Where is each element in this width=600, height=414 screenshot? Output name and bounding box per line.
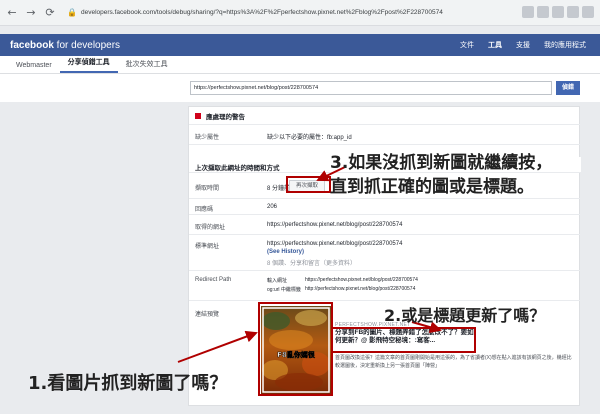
warning-icon (195, 112, 201, 119)
warning-label: 缺少屬性 (195, 135, 220, 141)
preview-label: 連結預覽 (195, 312, 220, 318)
canonical-value: https://perfectshow.pixnet.net/blog/post… (267, 241, 403, 247)
tab-webmaster[interactable]: Webmaster (8, 55, 60, 73)
annotation-step1: 1.看圖片抓到新圖了嗎？ (28, 373, 228, 394)
lock-icon: 🔒 (67, 8, 77, 17)
debug-button[interactable]: 偵錯 (556, 81, 580, 95)
redirect-row: Redirect Path 輸入網址 https://perfectshow.p… (189, 271, 581, 301)
browser-toolbar: ← → ⟳ 🔒 developers.facebook.com/tools/de… (0, 0, 600, 26)
redirect-input-value: https://perfectshow.pixnet.net/blog/post… (305, 277, 418, 283)
warnings-header: 應處理的警告 (189, 107, 581, 125)
canonical-likes: 8 個讚、分享和留言（更多資料） (267, 261, 357, 267)
nav-tools[interactable]: 工具 (488, 40, 502, 50)
fetch-time-label: 擷取時間 (195, 186, 220, 192)
extension-icon[interactable] (522, 6, 534, 18)
warning-value: 缺少以下必要的屬性：fb:app_id (267, 135, 352, 141)
redirect-og-label: og:url 中繼標籤 (267, 287, 301, 293)
extension-icon[interactable] (567, 6, 579, 18)
nav-support[interactable]: 支援 (516, 40, 530, 50)
fetched-url-row: 取得的網址 https://perfectshow.pixnet.net/blo… (189, 215, 581, 235)
canonical-row: 標準網址 https://perfectshow.pixnet.net/blog… (189, 235, 581, 271)
extension-icon[interactable] (552, 6, 564, 18)
header-nav: 文件 工具 支援 我的應用程式 (460, 34, 586, 56)
image-highlight-box (258, 302, 333, 396)
redirect-og-value: http://perfectshow.pixnet.net/blog/post/… (305, 286, 416, 292)
redirect-label: Redirect Path (195, 277, 232, 283)
response-code-label: 回應碼 (195, 207, 214, 213)
warnings-title: 應處理的警告 (206, 113, 245, 121)
annotation-step3-line1: 3.如果沒抓到新圖就繼續按， (330, 153, 553, 173)
preview-description: 首頁圖改換這張？這篇文章的首頁圖剛開始是用這張的，為了省讀者(X)想在點入進該有… (335, 355, 572, 369)
forward-icon[interactable]: → (24, 6, 38, 20)
nav-docs[interactable]: 文件 (460, 40, 474, 50)
annotation-step2: 2.或是標題更新了嗎？ (384, 306, 546, 325)
extension-icon[interactable] (537, 6, 549, 18)
url-input[interactable]: https://perfectshow.pixnet.net/blog/post… (190, 81, 552, 95)
logo-bold: facebook (10, 39, 54, 51)
redirect-input-label: 輸入網址 (267, 278, 288, 284)
menu-icon[interactable] (582, 6, 594, 18)
tab-sharing-debugger[interactable]: 分享偵錯工具 (59, 55, 118, 73)
nav-my-apps[interactable]: 我的應用程式 (544, 40, 586, 50)
site-logo[interactable]: facebook for developers (10, 40, 120, 51)
see-history-link[interactable]: (See History) (267, 249, 304, 255)
reload-icon[interactable]: ⟳ (43, 6, 57, 20)
canonical-label: 標準網址 (195, 244, 220, 250)
response-code-row: 回應碼 206 (189, 199, 581, 215)
tool-tabs: Webmaster 分享偵錯工具 批次失效工具 (0, 56, 600, 74)
url-input-row: https://perfectshow.pixnet.net/blog/post… (0, 74, 600, 102)
screenshot-frame: ← → ⟳ 🔒 developers.facebook.com/tools/de… (0, 0, 600, 414)
warning-row: 缺少屬性 缺少以下必要的屬性：fb:app_id (189, 125, 581, 145)
fetch-section-title: 上次擷取此網址的時間和方式 (195, 165, 280, 172)
title-highlight-box (331, 327, 476, 353)
address-bar[interactable]: developers.facebook.com/tools/debug/shar… (81, 9, 443, 16)
logo-rest: for developers (53, 39, 121, 51)
annotation-step3-line2: 直到抓正確的圖或是標題。 (330, 177, 534, 197)
rescrape-highlight-box (286, 176, 331, 193)
extension-icons (522, 6, 594, 18)
fetched-url-label: 取得的網址 (195, 225, 226, 231)
fetched-url-value: https://perfectshow.pixnet.net/blog/post… (267, 222, 403, 228)
site-header: facebook for developers 文件 工具 支援 我的應用程式 (0, 34, 600, 56)
back-icon[interactable]: ← (5, 6, 19, 20)
response-code-value: 206 (267, 204, 278, 210)
tab-batch-invalidator[interactable]: 批次失效工具 (118, 55, 176, 73)
